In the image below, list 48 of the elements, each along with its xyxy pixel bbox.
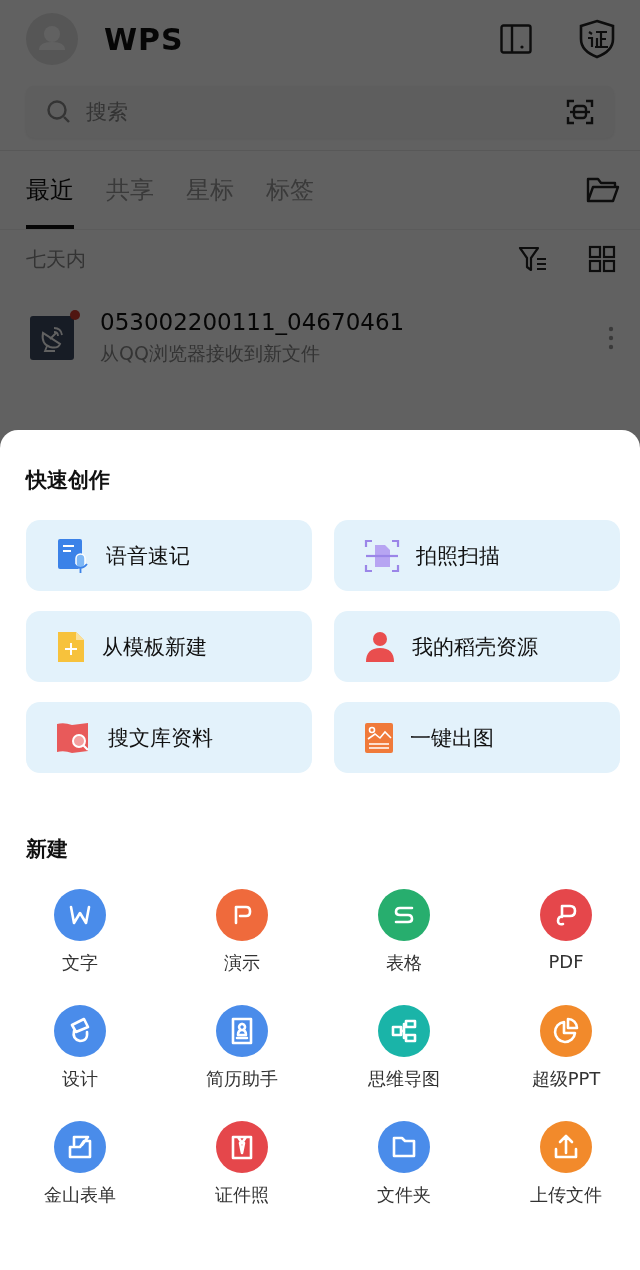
- quick-action-button[interactable]: 搜文库资料: [26, 702, 312, 773]
- spreadsheet-icon[interactable]: [378, 889, 430, 941]
- grid-view-icon[interactable]: [588, 245, 616, 273]
- section-heading: 快速创作: [26, 467, 111, 494]
- voice-note-icon: [56, 537, 90, 574]
- app-label: 文件夹: [377, 1183, 431, 1207]
- word-icon[interactable]: [54, 889, 106, 941]
- scan-icon[interactable]: [566, 98, 594, 126]
- satellite-file-icon: [30, 316, 74, 360]
- design-icon[interactable]: [54, 1005, 106, 1057]
- quick-action-button[interactable]: 语音速记: [26, 520, 312, 591]
- pie-chart-icon[interactable]: [540, 1005, 592, 1057]
- app-label: 设计: [62, 1067, 98, 1091]
- folder-icon[interactable]: [378, 1121, 430, 1173]
- folder-icon[interactable]: [586, 176, 620, 204]
- file-name: 053002200111_04670461: [100, 309, 405, 335]
- tablet-phone-icon[interactable]: [500, 24, 532, 54]
- app-label: 超级PPT: [531, 1067, 601, 1091]
- image-icon: [364, 721, 394, 754]
- scan-document-icon: [364, 538, 400, 573]
- form-icon[interactable]: [54, 1121, 106, 1173]
- template-file-icon: [56, 629, 86, 664]
- search-icon: [46, 99, 72, 125]
- resume-icon[interactable]: [216, 1005, 268, 1057]
- app-label: 证件照: [215, 1183, 269, 1207]
- mind-map-icon[interactable]: [378, 1005, 430, 1057]
- app-label: 表格: [386, 951, 422, 975]
- quick-action-button[interactable]: 拍照扫描: [334, 520, 620, 591]
- app-label: 演示: [224, 951, 260, 975]
- quick-action-button[interactable]: 我的稻壳资源: [334, 611, 620, 682]
- quick-action-button[interactable]: 从模板新建: [26, 611, 312, 682]
- pdf-icon[interactable]: [540, 889, 592, 941]
- more-icon[interactable]: [608, 326, 614, 350]
- upload-icon[interactable]: [540, 1121, 592, 1173]
- app-label: 金山表单: [44, 1183, 116, 1207]
- section-heading: 新建: [26, 836, 69, 863]
- person-icon: [364, 630, 396, 663]
- filter-icon[interactable]: [518, 245, 548, 273]
- app-label: 思维导图: [368, 1067, 440, 1091]
- app-label: 上传文件: [530, 1183, 602, 1207]
- app-label: 文字: [62, 951, 98, 975]
- app-logo: WPS: [104, 21, 184, 57]
- id-photo-icon[interactable]: [216, 1121, 268, 1173]
- presentation-icon[interactable]: [216, 889, 268, 941]
- shield-icon[interactable]: [578, 19, 616, 59]
- quick-action-button[interactable]: 一键出图: [334, 702, 620, 773]
- app-label: PDF: [548, 951, 584, 972]
- app-label: 简历助手: [206, 1067, 278, 1091]
